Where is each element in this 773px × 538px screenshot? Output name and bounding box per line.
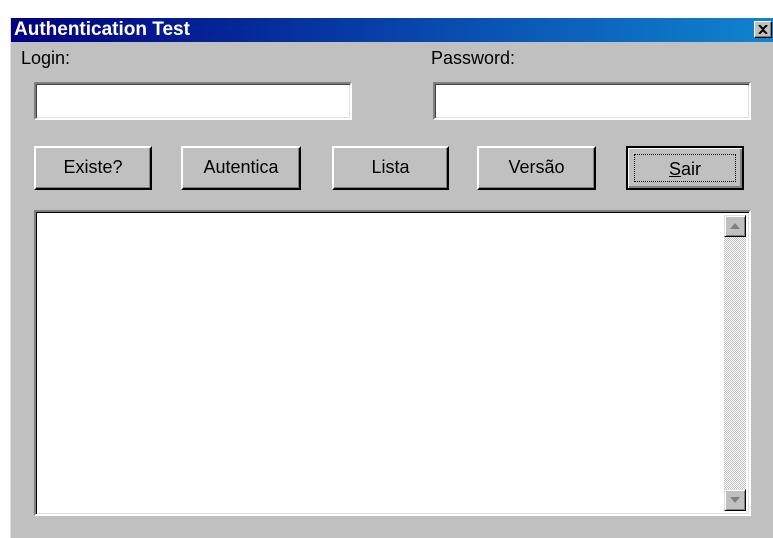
password-label: Password: (431, 48, 516, 68)
arrow-up-icon (730, 223, 740, 229)
autentica-button[interactable]: Autentica (181, 146, 301, 190)
title-bar[interactable]: Authentication Test (11, 18, 773, 42)
sair-button[interactable]: Sair (626, 146, 744, 190)
existe-button[interactable]: Existe? (34, 146, 152, 190)
password-field[interactable] (433, 82, 751, 120)
close-icon (758, 25, 768, 34)
lista-button-label: Lista (371, 157, 410, 177)
close-button[interactable] (754, 21, 772, 38)
focus-rectangle: Sair (634, 154, 736, 182)
arrow-down-icon (730, 497, 740, 503)
existe-button-label: Existe? (63, 157, 123, 177)
versao-button-label: Versão (508, 157, 565, 177)
versao-button[interactable]: Versão (477, 146, 596, 190)
login-field[interactable] (34, 82, 352, 120)
output-memo[interactable] (34, 210, 751, 516)
vertical-scrollbar[interactable] (724, 215, 746, 511)
authentication-test-window: Authentication Test Login: Password: Exi… (10, 18, 773, 538)
autentica-button-label: Autentica (203, 157, 279, 177)
scroll-down-button[interactable] (724, 489, 746, 511)
login-label: Login: (21, 48, 71, 68)
sair-accelerator: S (668, 159, 681, 179)
scroll-up-button[interactable] (724, 215, 746, 237)
window-title: Authentication Test (14, 19, 190, 40)
sair-button-label: air (681, 159, 702, 179)
lista-button[interactable]: Lista (332, 146, 449, 190)
